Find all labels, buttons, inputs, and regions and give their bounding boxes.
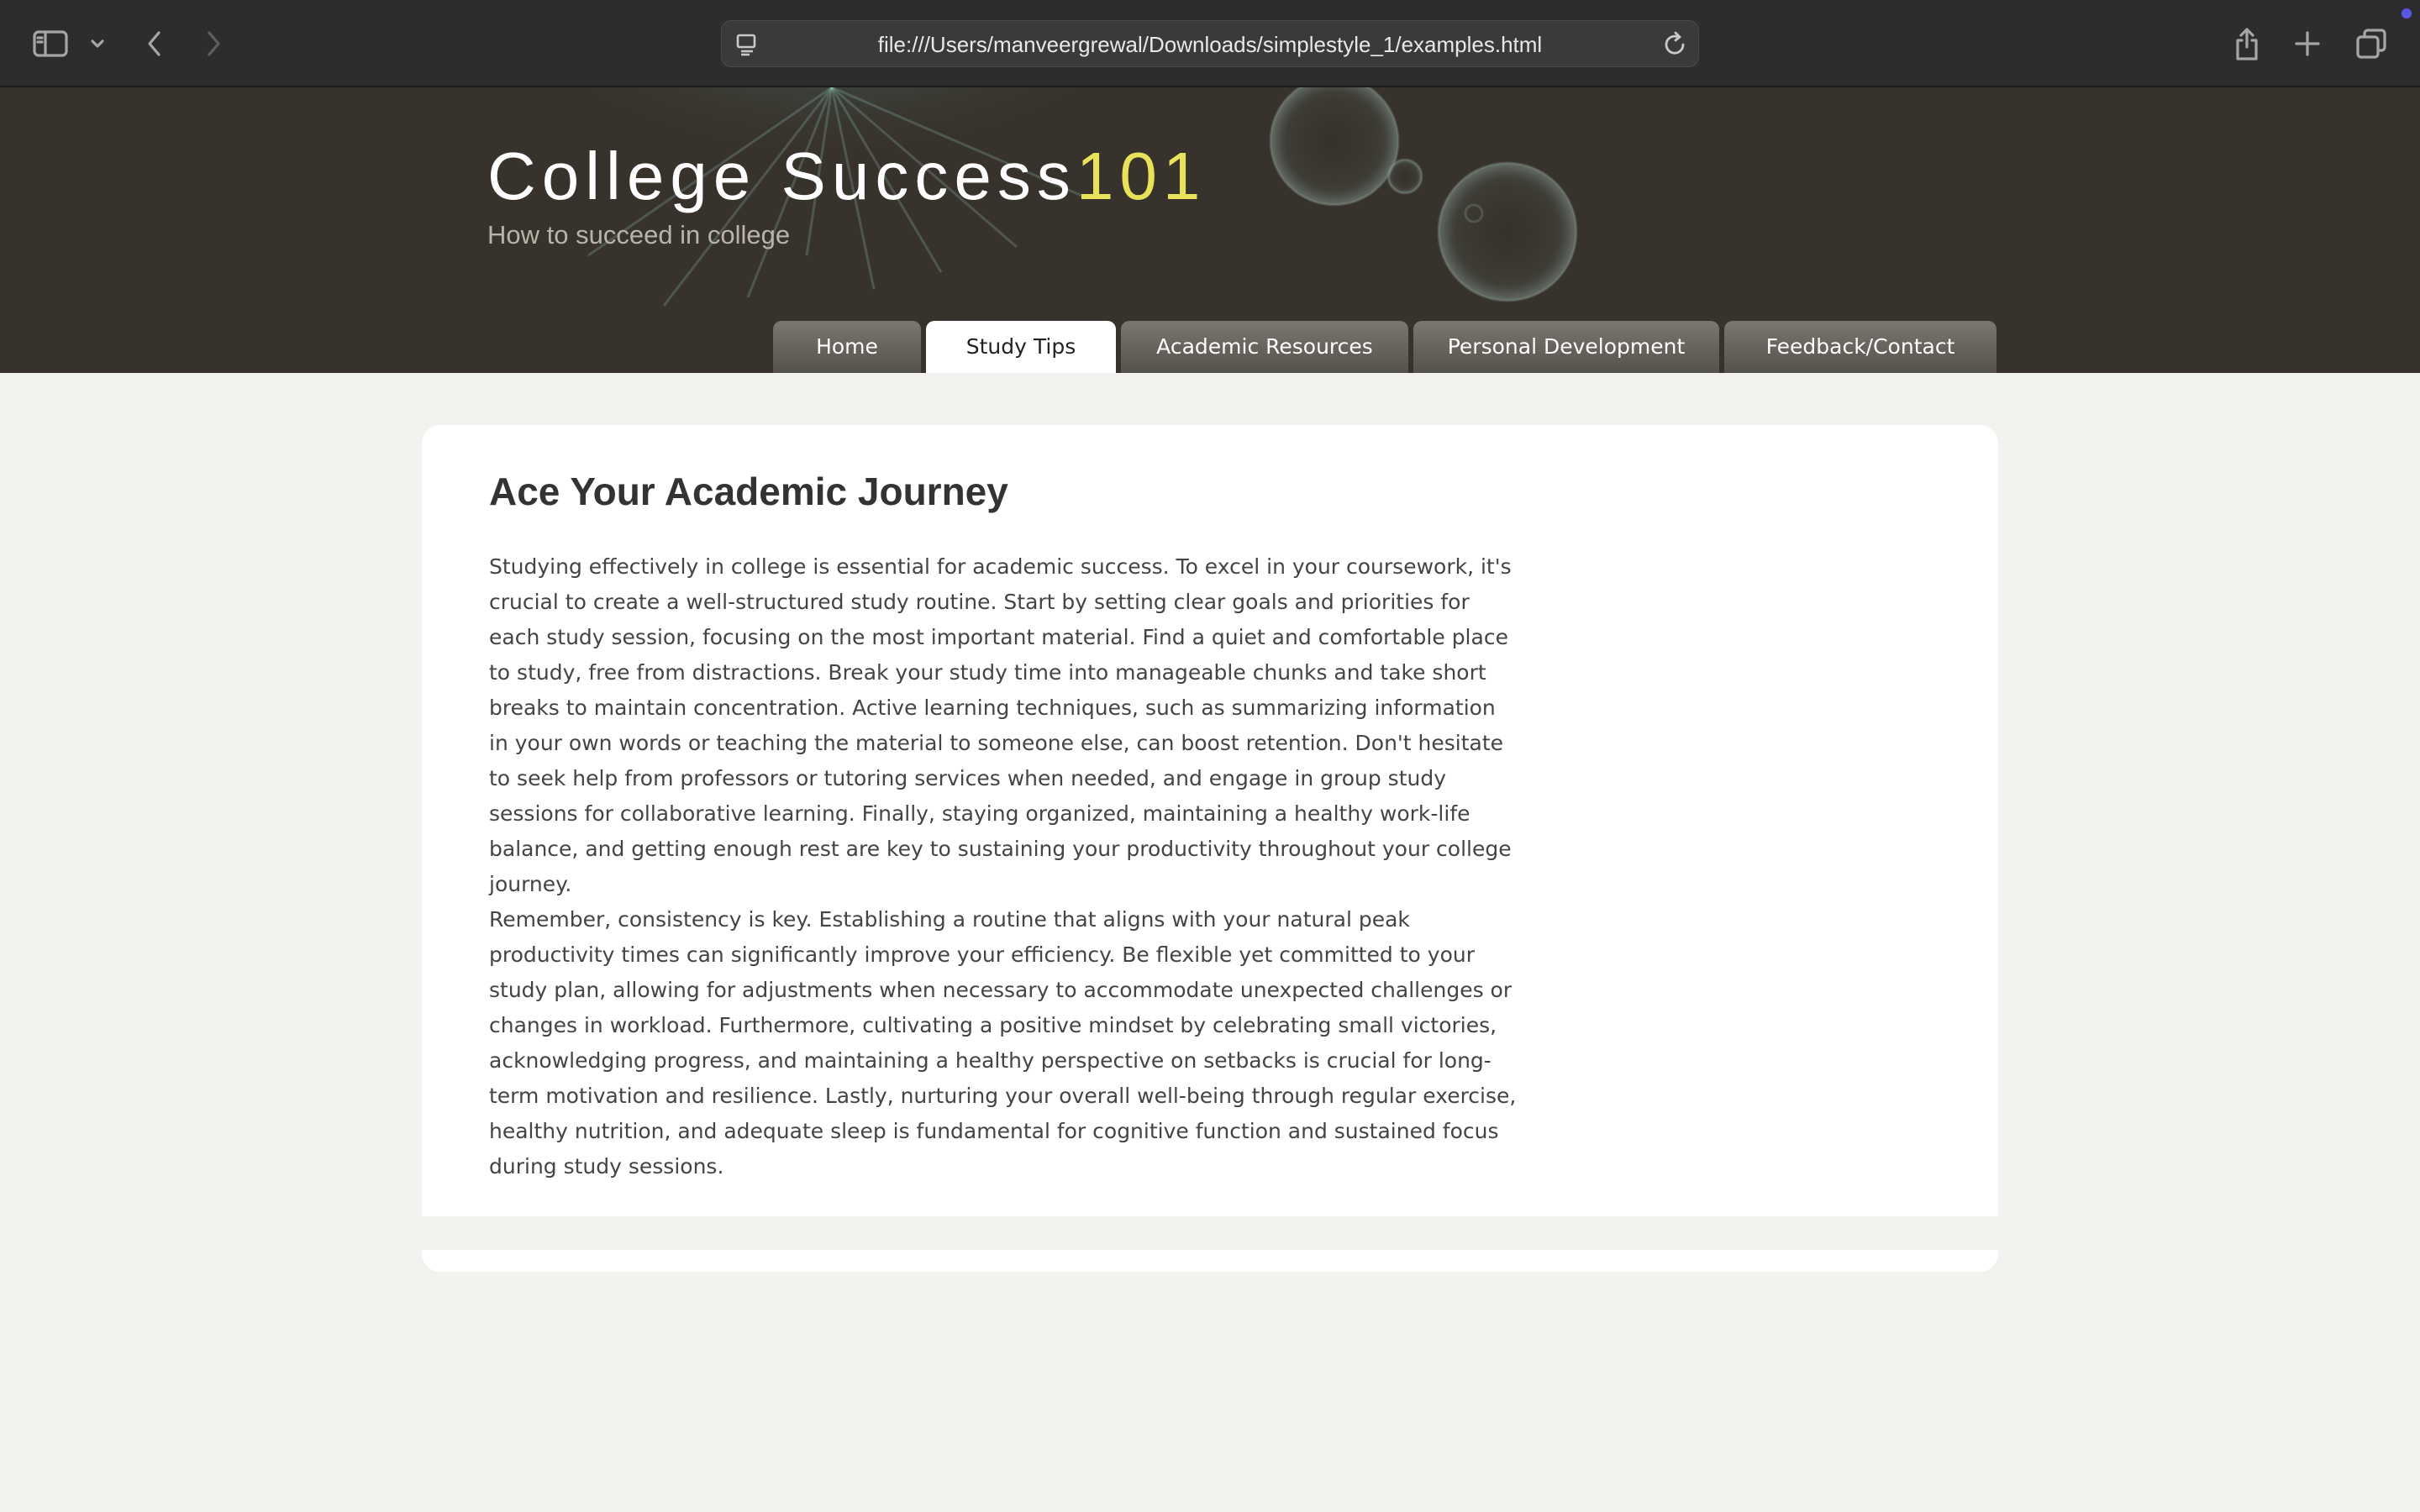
forward-arrow-icon[interactable] [192, 22, 235, 66]
sidebar-icon[interactable] [29, 22, 72, 66]
main-nav: Home Study Tips Academic Resources Perso… [0, 321, 2420, 373]
chevron-down-icon[interactable] [76, 22, 119, 66]
tab-feedback-contact[interactable]: Feedback/Contact [1724, 321, 1996, 373]
address-bar[interactable]: file:///Users/manveergrewal/Downloads/si… [721, 20, 1699, 67]
url-text[interactable]: file:///Users/manveergrewal/Downloads/si… [722, 21, 1698, 68]
content-card: Ace Your Academic Journey Studying effec… [422, 425, 1998, 1216]
tab-personal-development[interactable]: Personal Development [1413, 321, 1719, 373]
tab-home[interactable]: Home [773, 321, 921, 373]
back-arrow-icon[interactable] [133, 22, 176, 66]
paragraph: Studying effectively in college is essen… [489, 554, 1512, 896]
share-icon[interactable] [2225, 22, 2269, 66]
new-tab-icon[interactable] [2286, 22, 2329, 66]
site-title[interactable]: College Success101 [487, 138, 1206, 215]
browser-toolbar: file:///Users/manveergrewal/Downloads/si… [0, 0, 2420, 87]
tab-overview-icon[interactable] [2349, 22, 2393, 66]
site-title-text: College Success [487, 139, 1076, 213]
paragraph: Remember, consistency is key. Establishi… [489, 907, 1517, 1179]
tab-academic-resources[interactable]: Academic Resources [1121, 321, 1408, 373]
page-title: Ace Your Academic Journey [489, 470, 1008, 513]
site-header: College Success101 How to succeed in col… [0, 87, 2420, 373]
footer [422, 1250, 1998, 1272]
site-slogan: How to succeed in college [487, 220, 791, 249]
notification-dot [2402, 8, 2412, 18]
reload-icon[interactable] [1660, 29, 1690, 60]
site-title-accent: 101 [1076, 139, 1207, 213]
tab-study-tips[interactable]: Study Tips [926, 321, 1116, 373]
